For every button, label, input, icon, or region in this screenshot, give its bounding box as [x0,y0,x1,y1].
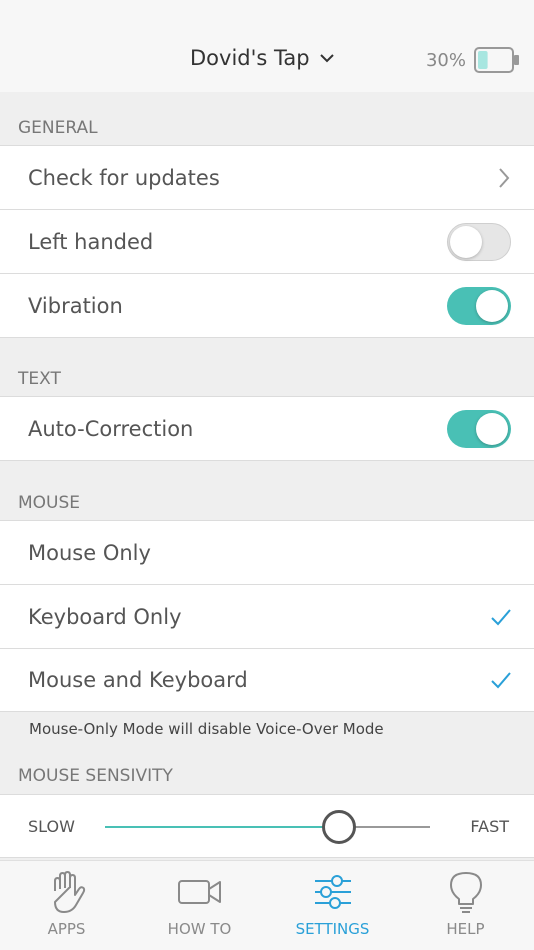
mouse-only-row[interactable]: Mouse Only [0,520,534,584]
checkmark-icon [491,672,511,689]
left-handed-label: Left handed [28,229,154,254]
vibration-row: Vibration [0,273,534,338]
tab-apps-label: APPS [47,920,86,938]
mouse-and-keyboard-row[interactable]: Mouse and Keyboard [0,648,534,712]
toggle-knob [476,289,508,322]
section-header-general: GENERAL [18,118,98,138]
tab-bar: APPS HOW TO SETTINGS HELP [0,860,534,950]
left-handed-row: Left handed [0,209,534,273]
lightbulb-icon [449,872,482,913]
slider-min-label: SLOW [28,817,75,836]
slider-thumb[interactable] [322,810,356,844]
slider-max-label: FAST [470,817,509,836]
auto-correction-toggle[interactable] [447,409,511,448]
header: Dovid's Tap 30% [0,0,534,92]
tab-help-label: HELP [446,920,485,938]
slider-fill [105,826,339,828]
check-updates-label: Check for updates [28,165,220,190]
chevron-down-icon [319,54,334,63]
device-name-label: Dovid's Tap [190,46,310,70]
battery-status: 30% [426,46,520,74]
toggle-knob [476,412,508,445]
tab-settings-label: SETTINGS [295,920,370,938]
tab-settings[interactable]: SETTINGS [266,861,399,950]
keyboard-only-label: Keyboard Only [28,604,182,629]
tab-how-to-label: HOW TO [167,920,232,938]
vibration-toggle[interactable] [447,286,511,325]
mouse-and-keyboard-label: Mouse and Keyboard [28,668,248,692]
checkmark-icon [491,608,511,625]
toggle-knob [450,225,482,258]
section-header-text: TEXT [18,369,61,389]
mouse-mode-footnote: Mouse-Only Mode will disable Voice-Over … [29,720,384,738]
left-handed-toggle[interactable] [447,222,511,261]
keyboard-only-row[interactable]: Keyboard Only [0,584,534,648]
battery-percent: 30% [425,49,466,71]
auto-correction-label: Auto-Correction [28,416,194,441]
tab-how-to[interactable]: HOW TO [133,861,266,950]
vibration-label: Vibration [28,293,123,318]
device-selector[interactable]: Dovid's Tap [190,46,334,70]
tab-apps[interactable]: APPS [0,861,133,950]
section-header-mouse-sensitivity: MOUSE SENSIVITY [18,766,173,786]
auto-correction-row: Auto-Correction [0,396,534,461]
sliders-icon [314,875,351,909]
battery-icon [474,47,519,73]
video-camera-icon [177,880,221,904]
chevron-right-icon [499,167,510,188]
hand-icon [53,871,85,913]
check-updates-row[interactable]: Check for updates [0,145,534,209]
tab-help[interactable]: HELP [399,861,532,950]
sensitivity-row: SLOW FAST [0,794,534,858]
sensitivity-slider[interactable] [105,810,430,844]
section-header-mouse: MOUSE [18,493,81,513]
mouse-only-label: Mouse Only [28,540,151,565]
